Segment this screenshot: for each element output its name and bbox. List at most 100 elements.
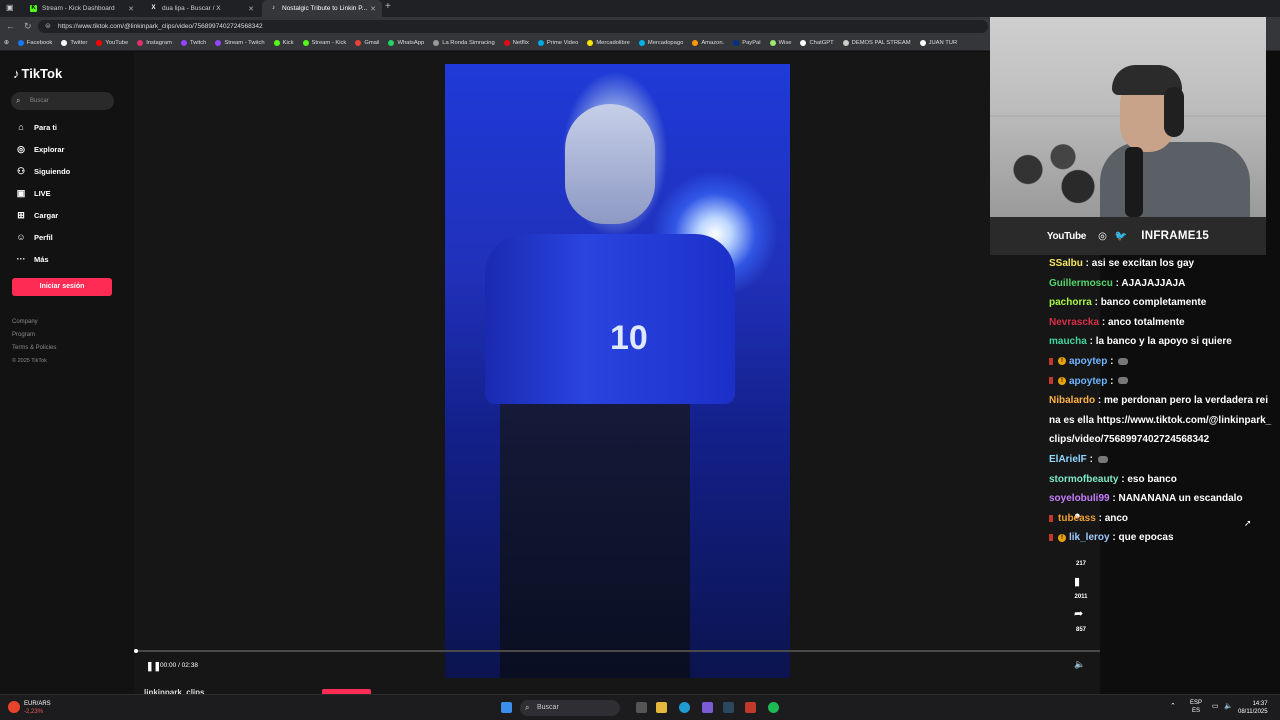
tab-tiktok-video[interactable]: ♪ Nostalgic Tribute to Linkin P... ✕ [262, 0, 382, 17]
nav-item-label: Cargar [34, 211, 59, 220]
bookmark-favicon-icon [273, 40, 280, 46]
bookmark-item[interactable]: DEMOS PAL STREAM [842, 40, 911, 46]
share-count: 857 [1075, 627, 1086, 633]
chat-username[interactable]: Guillermoscu [1049, 278, 1113, 289]
webcam-streamer [1100, 57, 1250, 217]
chat-username[interactable]: pachorra [1049, 297, 1092, 308]
footer-link-terms[interactable]: Terms & Policies [12, 345, 56, 351]
reload-icon[interactable]: ↻ [24, 21, 32, 32]
bookmark-item[interactable]: Netflix [503, 40, 529, 46]
close-icon[interactable]: ✕ [248, 5, 254, 13]
chat-username[interactable]: ElArielF [1049, 454, 1087, 465]
tab-label: dua lipa - Buscar / X [162, 5, 221, 12]
bookmark-item[interactable]: Mercadopago [638, 40, 683, 46]
back-icon[interactable]: ← [6, 21, 15, 31]
chevron-up-icon[interactable]: ⌃ [1170, 702, 1176, 710]
streamer-body [1100, 142, 1250, 217]
tab-kick-dashboard[interactable]: K Stream - Kick Dashboard ✕ [22, 0, 140, 17]
video-player[interactable]: 10 ❚❚ 00:00 / 02:38 🔈 linkinpark_clips [134, 52, 1100, 697]
footer-link-company[interactable]: Company [12, 319, 38, 325]
bookmark-item[interactable]: JUAN TUR [919, 40, 957, 46]
tab-actions-icon[interactable]: ▣ [6, 3, 14, 12]
nav-item-ms[interactable]: ··· Más [14, 254, 49, 264]
chat-username[interactable]: soyelobuli99 [1049, 493, 1110, 504]
task-view-icon[interactable] [636, 702, 647, 713]
bookmark-item[interactable]: Prime Video [537, 40, 578, 46]
chat-username[interactable]: maucha [1049, 336, 1087, 347]
new-tab-button[interactable]: + [385, 1, 391, 12]
nav-item-perfil[interactable]: ☺ Perfil [14, 232, 52, 242]
speaker-icon[interactable]: 🔈 [1224, 702, 1233, 710]
following-icon: ⚇ [16, 166, 26, 176]
bookmark-item[interactable]: Mercadolibre [587, 40, 630, 46]
chat-text: eso banco [1127, 473, 1177, 485]
bookmark-icon[interactable]: ▮ [1074, 575, 1080, 588]
taskbar-search[interactable]: ⌕ Buscar [520, 700, 620, 716]
volume-icon[interactable]: 🔈 [1074, 659, 1085, 670]
app-icon[interactable] [745, 702, 756, 713]
bookmark-item[interactable]: YouTube [96, 40, 128, 46]
share-icon[interactable]: ➦ [1074, 607, 1083, 620]
site-info-icon[interactable]: ⊜ [45, 20, 51, 33]
close-icon[interactable]: ✕ [370, 5, 376, 13]
bookmark-item[interactable]: Wise [769, 40, 791, 46]
nav-item-label: Para ti [34, 122, 57, 132]
chat-message: tubeass : anco [1049, 509, 1274, 529]
login-button[interactable]: Iniciar sesión [12, 278, 112, 296]
pause-icon[interactable]: ❚❚ [146, 661, 161, 672]
chat-username[interactable]: Nibalardo [1049, 395, 1095, 406]
bookmark-item[interactable]: Twitter [61, 40, 87, 46]
progress-knob[interactable] [134, 649, 138, 653]
search-placeholder: Buscar [30, 98, 49, 104]
market-widget[interactable]: EUR/ARS -2,23% [8, 700, 51, 716]
chat-username[interactable]: tubeass [1058, 513, 1096, 524]
steam-icon[interactable] [723, 702, 734, 713]
discord-icon[interactable] [702, 702, 713, 713]
nav-item-explorar[interactable]: ◎ Explorar [14, 144, 64, 155]
live-icon: ▣ [16, 188, 26, 198]
chat-username[interactable]: SSalbu [1049, 258, 1083, 269]
bookmark-favicon-icon [587, 40, 594, 46]
chat-username[interactable]: apoytep [1069, 356, 1107, 367]
keyboard-code[interactable]: ES [1190, 707, 1202, 715]
bookmark-item[interactable]: Stream - Twitch [215, 40, 265, 46]
bookmark-item[interactable]: Kick [273, 40, 294, 46]
chat-username[interactable]: stormofbeauty [1049, 474, 1118, 485]
chat-separator: : [1095, 512, 1105, 524]
bookmark-item[interactable]: PayPal [733, 40, 761, 46]
bookmark-item[interactable]: Amazon. [692, 40, 724, 46]
bookmark-item[interactable]: Stream - Kick [302, 40, 346, 46]
edge-icon[interactable] [679, 702, 690, 713]
bookmark-apps-icon[interactable]: ⊕ [4, 40, 9, 46]
close-icon[interactable]: ✕ [128, 5, 134, 13]
chat-username[interactable]: Nevrascka [1049, 317, 1099, 328]
bookmark-item[interactable]: La Ronda Simracing [433, 40, 495, 46]
bookmark-favicon-icon [355, 40, 362, 46]
clock[interactable]: 14:37 08/11/2025 [1238, 700, 1268, 716]
language-code[interactable]: ESP [1190, 699, 1202, 707]
search-input[interactable]: ⌕ Buscar [11, 92, 114, 110]
tab-x-search[interactable]: X dua lipa - Buscar / X ✕ [142, 0, 260, 17]
nav-item-siguiendo[interactable]: ⚇ Siguiendo [14, 166, 70, 177]
video-progress-bar[interactable] [134, 649, 1100, 653]
chat-username[interactable]: apoytep [1069, 376, 1107, 387]
chat-username[interactable]: lik_leroy [1069, 532, 1110, 543]
bookmark-item[interactable]: Facebook [17, 40, 52, 46]
spotify-icon[interactable] [768, 702, 779, 713]
url-field[interactable]: ⊜ https://www.tiktok.com/@linkinpark_cli… [38, 20, 988, 33]
nav-item-parati[interactable]: ⌂ Para ti [14, 122, 57, 132]
bookmark-item[interactable]: WhatsApp [388, 40, 424, 46]
video-frame[interactable]: 10 [445, 64, 790, 678]
tiktok-logo[interactable]: ♪ TikTok [13, 66, 62, 81]
file-explorer-icon[interactable] [656, 702, 667, 713]
bookmark-item[interactable]: Instagram [137, 40, 172, 46]
bookmark-item[interactable]: Twitch [180, 40, 206, 46]
nav-item-cargar[interactable]: ⊞ Cargar [14, 210, 58, 221]
chat-message: SSalbu : asi se excitan los gay [1049, 254, 1274, 274]
bookmark-item[interactable]: ChatGPT [800, 40, 834, 46]
footer-link-program[interactable]: Program [12, 332, 35, 338]
nav-item-live[interactable]: ▣ LIVE [14, 188, 51, 199]
bookmark-item[interactable]: Gmail [355, 40, 379, 46]
network-icon[interactable]: ▭ [1212, 702, 1219, 710]
start-icon[interactable] [501, 702, 512, 713]
